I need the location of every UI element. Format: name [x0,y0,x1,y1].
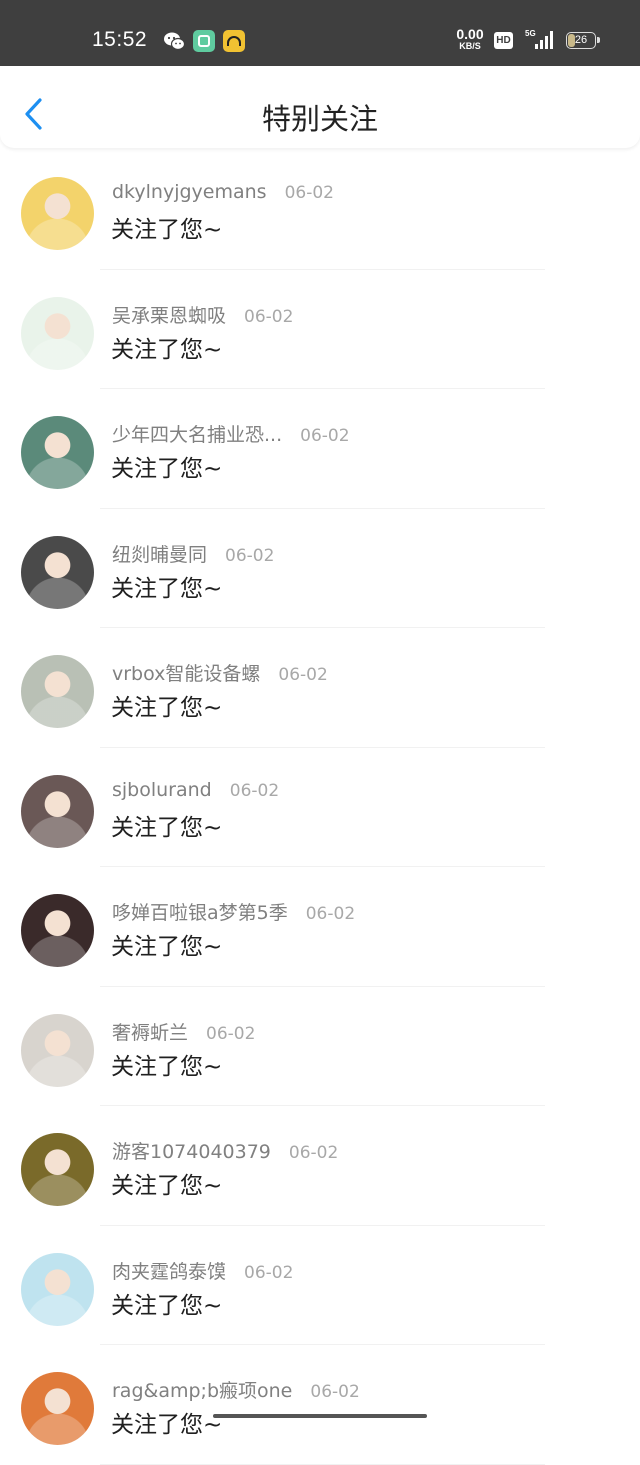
name-row: 少年四大名捕业恐... 06-02 [112,420,350,447]
follow-date: 06-02 [229,780,280,801]
network-type: 5G [525,29,536,38]
name-row: 肉夹霆鸽泰馍 06-02 [112,1257,293,1284]
list-item[interactable]: 少年四大名捕业恐... 06-02 关注了您~ [0,389,640,509]
follow-message: 关注了您~ [111,575,223,602]
follow-date: 06-02 [288,1143,339,1163]
user-name[interactable]: 奢褥蚚兰 [112,1022,188,1044]
user-avatar[interactable] [21,1252,94,1326]
follow-date: 06-02 [244,1262,294,1283]
status-bar: 15:52 0.00 KB/S HD 5G 26 [0,0,640,66]
net-speed-value: 0.00 [456,26,484,42]
follow-message: 关注了您~ [111,1292,223,1319]
name-row: dkylnyjgyemans 06-02 [112,181,334,203]
user-name[interactable]: sjbolurand [112,779,212,801]
nav-header: 特别关注 [0,66,640,148]
user-avatar[interactable] [21,1133,94,1206]
name-row: sjbolurand 06-02 [112,779,279,801]
name-row: vrbox智能设备螺 06-02 [112,659,328,686]
battery-icon: 26 [566,32,600,49]
user-name[interactable]: 吴承栗恩蜘吸 [112,305,226,327]
user-avatar[interactable] [21,774,94,848]
follow-message: 关注了您~ [111,1412,223,1438]
signal-icon: 5G [525,29,553,51]
follow-message: 关注了您~ [111,934,223,960]
follow-message: 关注了您~ [111,217,223,243]
notes-app-icon [193,30,215,52]
list-item[interactable]: dkylnyjgyemans 06-02 关注了您~ [0,150,640,270]
home-indicator[interactable] [213,1414,427,1418]
follow-message: 关注了您~ [111,1173,223,1199]
list-item[interactable]: vrbox智能设备螺 06-02 关注了您~ [0,628,640,748]
follow-date: 06-02 [278,665,328,685]
name-row: 吴承栗恩蜘吸 06-02 [112,301,293,328]
net-speed: 0.00 KB/S [452,27,488,52]
hd-icon: HD [494,32,513,49]
follow-date: 06-02 [284,183,334,203]
user-name[interactable]: 纽剡晡曼同 [112,544,207,566]
list-item[interactable]: 游客1074040379 06-02 关注了您~ [0,1106,640,1226]
list-item[interactable]: 哆婵百啦银a梦第5季 06-02 关注了您~ [0,867,640,987]
user-name[interactable]: 哆婵百啦银a梦第5季 [112,902,288,924]
name-row: 纽剡晡曼同 06-02 [112,540,274,567]
name-row: 奢褥蚚兰 06-02 [112,1018,255,1045]
user-avatar[interactable] [21,655,94,728]
user-avatar[interactable] [21,894,94,967]
follow-message: 关注了您~ [111,1053,223,1080]
net-speed-unit: KB/S [459,41,481,51]
user-avatar[interactable] [21,1372,94,1445]
name-row: rag&amp;b瘢项one 06-02 [112,1376,360,1403]
user-name[interactable]: 游客1074040379 [112,1141,271,1163]
name-row: 哆婵百啦银a梦第5季 06-02 [112,898,355,925]
wechat-icon [163,30,186,52]
follow-date: 06-02 [225,545,275,566]
user-avatar[interactable] [21,1013,94,1087]
list-item[interactable]: 奢褥蚚兰 06-02 关注了您~ [0,987,640,1106]
battery-level: 26 [574,34,588,46]
follow-message: 关注了您~ [111,695,223,721]
user-avatar[interactable] [21,535,94,609]
name-row: 游客1074040379 06-02 [112,1137,338,1164]
follow-message: 关注了您~ [111,814,223,841]
follow-date: 06-02 [206,1023,256,1044]
user-avatar[interactable] [21,296,94,370]
list-item[interactable]: 纽剡晡曼同 06-02 关注了您~ [0,509,640,628]
list-item[interactable]: 吴承栗恩蜘吸 06-02 关注了您~ [0,270,640,389]
user-name[interactable]: rag&amp;b瘢项one [112,1380,292,1402]
follow-message: 关注了您~ [111,336,223,363]
user-name[interactable]: 少年四大名捕业恐... [112,424,282,446]
user-name[interactable]: vrbox智能设备螺 [112,663,260,685]
divider [100,1463,545,1465]
user-name[interactable]: dkylnyjgyemans [112,181,267,203]
follow-date: 06-02 [310,1382,360,1402]
list-item[interactable]: rag&amp;b瘢项one 06-02 关注了您~ [0,1345,640,1465]
status-time: 15:52 [92,28,148,51]
page-title: 特别关注 [261,102,378,136]
user-avatar[interactable] [21,416,94,489]
user-avatar[interactable] [21,177,94,250]
follow-date: 06-02 [305,904,356,924]
follow-message: 关注了您~ [111,456,223,482]
follower-list: dkylnyjgyemans 06-02 关注了您~ 吴承栗恩蜘吸 06-02 关注了您~… [0,150,640,1465]
list-item[interactable]: 肉夹霆鸽泰馍 06-02 关注了您~ [0,1226,640,1345]
follow-date: 06-02 [244,306,294,327]
list-item[interactable]: sjbolurand 06-02 关注了您~ [0,748,640,867]
follow-date: 06-02 [300,426,350,446]
tiktok-app-icon [223,30,245,52]
user-name[interactable]: 肉夹霆鸽泰馍 [112,1261,226,1283]
